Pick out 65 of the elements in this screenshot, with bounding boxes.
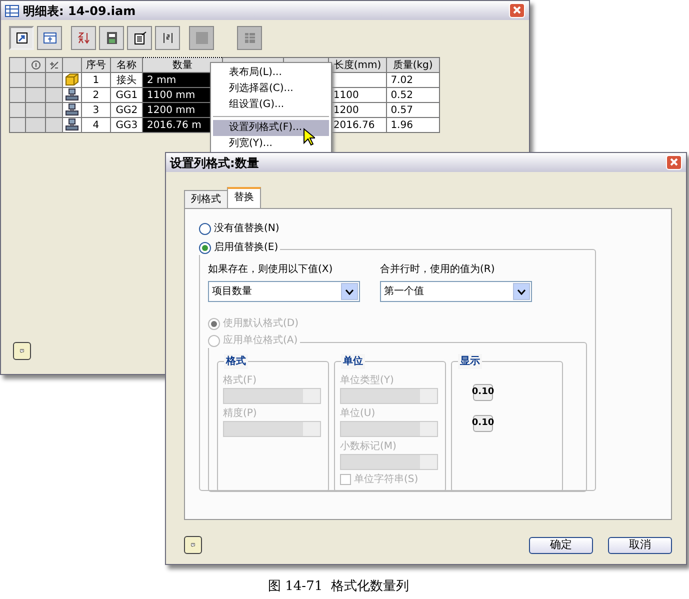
menu-item[interactable]: 列宽(Y)... bbox=[213, 136, 329, 152]
assembly-icon bbox=[65, 88, 80, 102]
field-label: 单位(U) bbox=[340, 407, 376, 420]
part-icon bbox=[65, 74, 80, 86]
table-icon bbox=[5, 4, 19, 16]
dialog-title: 设置列格式:数量 bbox=[170, 154, 259, 172]
preview-button[interactable]: 0.10 bbox=[473, 384, 493, 401]
group-title: 格式 bbox=[224, 354, 248, 369]
help-button[interactable] bbox=[13, 342, 31, 360]
help-button[interactable] bbox=[184, 536, 202, 554]
group-title: 显示 bbox=[458, 354, 482, 369]
edit-icon bbox=[132, 31, 146, 45]
field-label: 格式(F) bbox=[223, 374, 258, 387]
cursor-icon bbox=[303, 128, 315, 146]
close-icon bbox=[513, 6, 521, 14]
close-icon bbox=[670, 158, 678, 166]
group-title: 单位 bbox=[341, 354, 365, 369]
dropdown[interactable]: 第一个值 bbox=[380, 281, 532, 302]
table-cell: 1 bbox=[81, 72, 111, 88]
chevron-down-icon bbox=[345, 288, 354, 294]
field-label: 小数标记(M) bbox=[340, 440, 398, 453]
column-header[interactable]: 名称 bbox=[110, 58, 143, 72]
toolbar-button[interactable] bbox=[37, 26, 62, 50]
dropdown-value: 项目数量 bbox=[212, 285, 252, 299]
toolbar-button[interactable] bbox=[127, 26, 152, 50]
dropdown-value: 第一个值 bbox=[384, 285, 424, 299]
tab[interactable]: 替换 bbox=[227, 187, 261, 208]
close-button[interactable] bbox=[509, 3, 525, 18]
radio-button[interactable]: 没有值替换(N) bbox=[199, 221, 282, 236]
preview-button[interactable]: 0.10 bbox=[473, 415, 493, 432]
radio-button[interactable]: 启用值替换(E) bbox=[199, 240, 280, 255]
close-button[interactable] bbox=[666, 155, 682, 170]
balloon-icon bbox=[30, 60, 41, 70]
assembly-icon bbox=[65, 118, 80, 132]
dropdown[interactable]: 项目数量 bbox=[208, 281, 360, 302]
table-cell: 4 bbox=[81, 118, 111, 132]
field-label: 精度(P) bbox=[223, 407, 258, 420]
table-cell: 7.02 bbox=[386, 72, 440, 88]
field-label: 单位类型(Y) bbox=[340, 374, 395, 387]
toolbar-button[interactable] bbox=[99, 26, 124, 50]
dialog-button[interactable]: 取消 bbox=[608, 536, 672, 554]
table-cell: 2 bbox=[81, 88, 111, 102]
column-header[interactable]: 质量(kg) bbox=[386, 58, 440, 72]
sort-icon bbox=[76, 31, 90, 45]
dialog-button[interactable]: 确定 bbox=[529, 536, 593, 554]
column-header[interactable]: 长度(mm) bbox=[328, 58, 386, 72]
override-icon bbox=[49, 60, 59, 70]
table-cell: 1.96 bbox=[386, 118, 440, 132]
menu-item[interactable]: 设置列格式(F)... bbox=[213, 120, 329, 136]
figure-caption: 图 14-71 格式化数量列 bbox=[268, 578, 409, 596]
toolbar-button[interactable] bbox=[155, 26, 180, 50]
assembly-icon bbox=[65, 104, 80, 116]
grid-icon bbox=[242, 31, 256, 45]
chevron-down-icon bbox=[517, 288, 526, 294]
table-icon bbox=[42, 31, 56, 45]
column-header[interactable]: 序号 bbox=[81, 58, 111, 72]
table-cell: 3 bbox=[81, 102, 111, 118]
window-title: 明细表: 14-09.iam bbox=[23, 2, 136, 20]
checkbox-label: 单位字符串(S) bbox=[354, 473, 418, 486]
table-cell: 0.52 bbox=[386, 88, 440, 102]
field-label: 合并行时，使用的值为(R) bbox=[380, 262, 496, 277]
tab[interactable]: 列格式 bbox=[184, 190, 228, 208]
view-icon bbox=[14, 31, 28, 45]
field-label: 如果存在，则使用以下值(X) bbox=[208, 262, 334, 277]
table-cell: 0.57 bbox=[386, 102, 440, 118]
